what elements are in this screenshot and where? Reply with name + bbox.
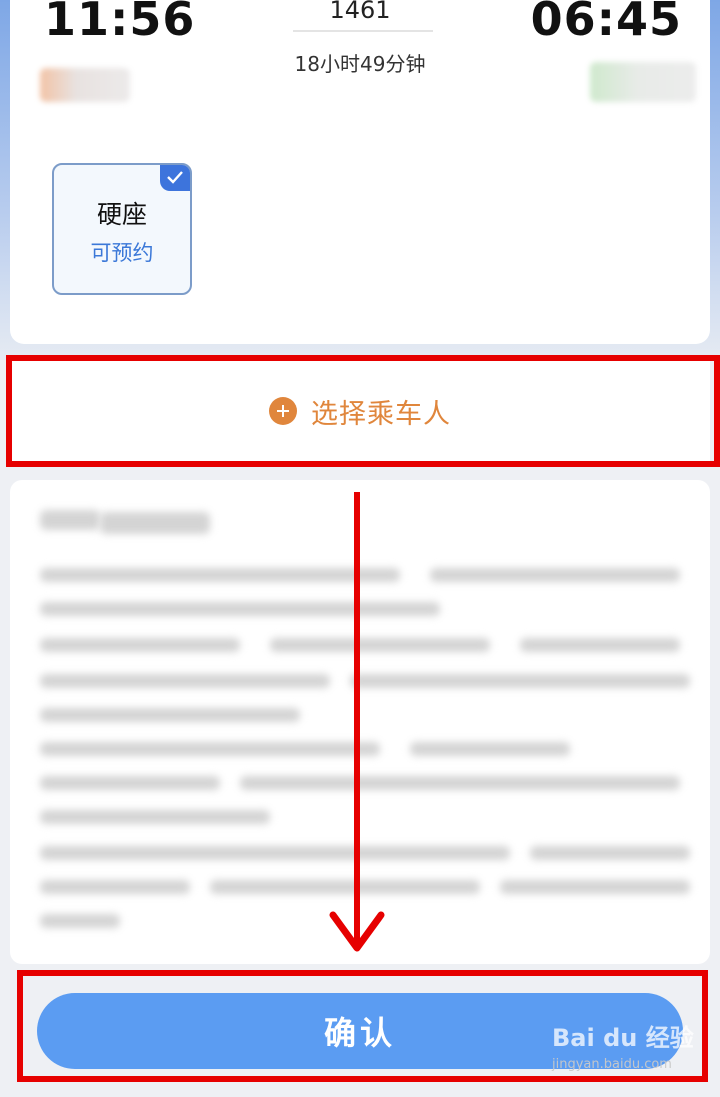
train-info-card: 11:56 1461 18小时49分钟 06:45 +1 硬座 可预约	[10, 0, 710, 344]
plus-circle-icon	[269, 397, 297, 425]
arrival-time: 06:45	[530, 0, 682, 46]
seat-availability: 可预约	[90, 241, 154, 265]
watermark-url: jingyan.baidu.com	[552, 1057, 672, 1072]
baidu-watermark: Bai du 经验 jingyan.baidu.com	[552, 1018, 712, 1088]
seat-type-label: 硬座	[96, 200, 147, 229]
departure-station-blurred	[40, 68, 130, 102]
route-line	[293, 30, 433, 32]
select-passenger-label: 选择乘车人	[311, 398, 451, 430]
confirm-button-label: 确认	[323, 1014, 396, 1052]
seat-option-hard-seat[interactable]: 硬座 可预约	[52, 163, 192, 295]
watermark-logo: Bai du 经验	[552, 1024, 694, 1052]
checkmark-icon	[160, 165, 190, 191]
arrow-down-icon	[329, 492, 385, 952]
select-passenger-row[interactable]: 选择乘车人	[10, 358, 710, 464]
arrival-station-blurred	[590, 62, 696, 102]
